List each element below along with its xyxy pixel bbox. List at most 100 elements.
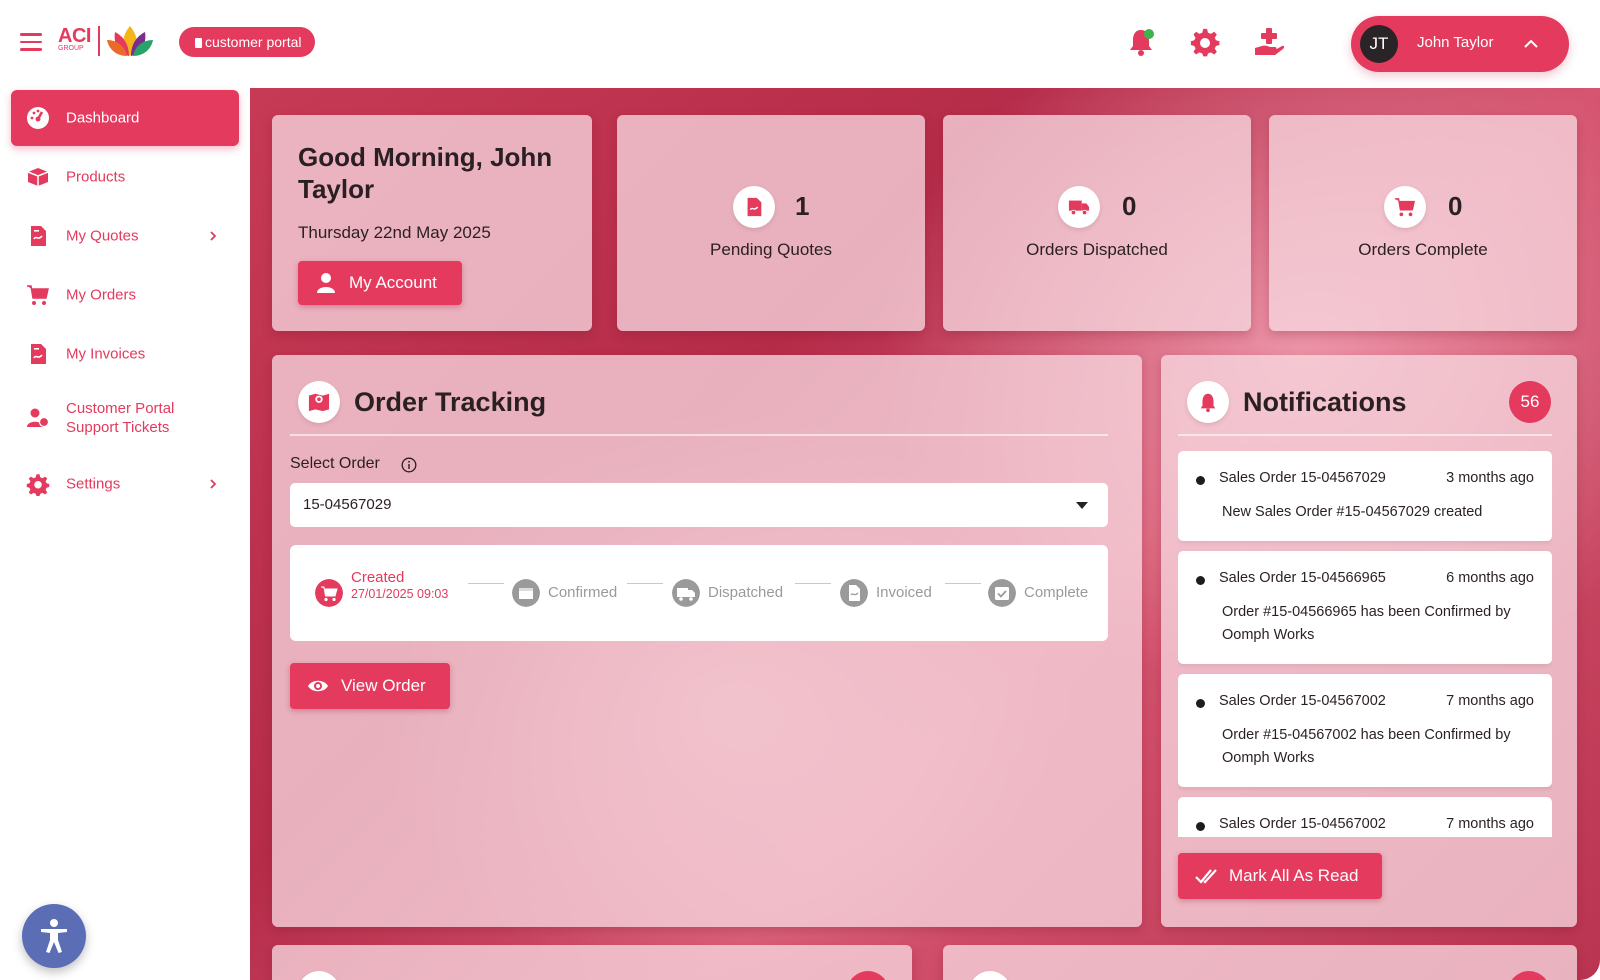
invoice-icon	[31, 344, 46, 364]
notification-item[interactable]: Sales Order 15-04566965 6 months ago Ord…	[1178, 551, 1552, 664]
truck-icon	[672, 579, 700, 607]
divider	[290, 434, 1108, 436]
document-icon	[747, 197, 762, 217]
divider	[1178, 434, 1552, 436]
hand-plus-icon[interactable]	[1253, 26, 1285, 58]
unread-dot	[1196, 822, 1205, 831]
aci-logo[interactable]: ACI GROUP	[58, 22, 158, 62]
lower-card-left	[272, 945, 912, 980]
sidebar-item-my-orders[interactable]: My Orders	[11, 267, 239, 323]
avatar: JT	[1360, 25, 1398, 63]
sidebar-item-settings[interactable]: Settings	[11, 456, 239, 512]
view-order-label: View Order	[341, 676, 426, 695]
notification-item[interactable]: Sales Order 15-04567002 7 months ago	[1178, 797, 1552, 837]
customer-portal-badge: customer portal	[179, 27, 316, 57]
accessibility-icon	[41, 919, 67, 953]
user-icon	[317, 273, 335, 293]
greeting-date: Thursday 22nd May 2025	[298, 223, 491, 242]
unread-dot	[1196, 576, 1205, 585]
info-icon[interactable]	[401, 457, 417, 473]
notification-item[interactable]: Sales Order 15-04567002 7 months ago Ord…	[1178, 674, 1552, 787]
double-check-icon	[1195, 869, 1217, 884]
notification-count-badge: 56	[1509, 381, 1551, 423]
step-connector	[468, 583, 504, 584]
sidebar-item-support-tickets[interactable]: Customer Portal Support Tickets	[11, 385, 239, 451]
section-icon-circle	[1187, 381, 1229, 423]
mark-all-read-button[interactable]: Mark All As Read	[1178, 853, 1382, 899]
truck-icon	[1068, 200, 1090, 216]
accessibility-button[interactable]	[22, 904, 86, 968]
stat-card-pending-quotes[interactable]: 1 Pending Quotes	[617, 115, 925, 331]
package-icon	[512, 579, 540, 607]
order-progress-tracker: Created 27/01/2025 09:03 Confirmed Dispa…	[290, 545, 1108, 641]
notification-title: Sales Order 15-04567002	[1219, 816, 1386, 832]
section-icon-circle	[969, 971, 1011, 980]
step-label: Created	[351, 569, 405, 586]
eye-icon	[308, 680, 328, 692]
notifications-card: Notifications 56 Sales Order 15-04567029…	[1161, 355, 1577, 927]
notification-time: 7 months ago	[1446, 816, 1534, 832]
stat-card-orders-dispatched[interactable]: 0 Orders Dispatched	[943, 115, 1251, 331]
my-account-button[interactable]: My Account	[298, 261, 462, 305]
support-user-icon	[27, 408, 50, 428]
gear-icon[interactable]	[1189, 26, 1221, 58]
sidebar-item-label: My Quotes	[66, 227, 139, 245]
menu-icon[interactable]	[20, 33, 42, 51]
notification-body: New Sales Order #15-04567029 created	[1222, 504, 1483, 520]
sidebar-item-label: My Orders	[66, 286, 137, 304]
section-icon-circle	[298, 971, 340, 980]
stat-card-orders-complete[interactable]: 0 Orders Complete	[1269, 115, 1577, 331]
lower-card-right	[943, 945, 1577, 980]
step-label: Invoiced	[876, 584, 932, 601]
my-account-label: My Account	[349, 273, 437, 292]
logo-subtext: GROUP	[58, 45, 84, 52]
step-label: Dispatched	[708, 584, 784, 601]
bell-icon[interactable]	[1125, 26, 1157, 58]
order-tracking-card: Order Tracking Select Order 15-04567029 …	[272, 355, 1142, 927]
sidebar-item-label: Products	[66, 168, 126, 186]
sidebar-item-products[interactable]: Products	[11, 149, 239, 205]
notification-item[interactable]: Sales Order 15-04567029 3 months ago New…	[1178, 451, 1552, 541]
notification-title: Sales Order 15-04566965	[1219, 570, 1386, 586]
invoice-icon	[840, 579, 868, 607]
notification-time: 3 months ago	[1446, 470, 1534, 486]
caret-down-icon	[1076, 502, 1088, 509]
count-badge	[1508, 971, 1550, 980]
cart-icon	[27, 285, 49, 305]
notification-status-dot	[1144, 29, 1154, 39]
step-label: Complete	[1024, 584, 1089, 601]
sidebar-item-my-invoices[interactable]: My Invoices	[11, 326, 239, 382]
notification-title: Sales Order 15-04567002	[1219, 693, 1386, 709]
top-bar: ACI GROUP customer portal JT John Taylor	[0, 0, 1600, 88]
door-icon	[195, 38, 202, 48]
user-menu-button[interactable]: JT John Taylor	[1351, 16, 1569, 72]
mark-all-read-label: Mark All As Read	[1229, 866, 1359, 885]
stat-value: 1	[795, 191, 810, 221]
chevron-right-icon	[210, 479, 217, 489]
view-order-button[interactable]: View Order	[290, 663, 450, 709]
sidebar-item-label: My Invoices	[66, 345, 146, 363]
sidebar: Dashboard Products My Quotes My Orders M…	[0, 88, 250, 980]
user-name: John Taylor	[1417, 34, 1494, 51]
sidebar-item-my-quotes[interactable]: My Quotes	[11, 208, 239, 264]
unread-dot	[1196, 476, 1205, 485]
cart-icon	[315, 579, 343, 607]
document-icon	[31, 226, 46, 246]
chevron-right-icon	[210, 231, 217, 241]
select-order-label: Select Order	[290, 455, 380, 472]
step-connector	[945, 583, 981, 584]
map-icon	[308, 393, 330, 412]
sidebar-item-label: Settings	[66, 475, 121, 493]
notification-list[interactable]: Sales Order 15-04567029 3 months ago New…	[1178, 451, 1552, 837]
sidebar-item-dashboard[interactable]: Dashboard	[11, 90, 239, 146]
dashboard-icon	[27, 107, 49, 129]
notification-body: Order #15-04567002 has been Confirmed by…	[1222, 727, 1511, 766]
stat-value: 0	[1448, 191, 1463, 221]
notification-body: Order #15-04566965 has been Confirmed by…	[1222, 604, 1511, 643]
main-content: Good Morning, John Taylor Thursday 22nd …	[250, 88, 1600, 980]
count-badge	[847, 971, 889, 980]
greeting-title: Good Morning, John Taylor	[298, 142, 553, 204]
order-tracking-title: Order Tracking	[354, 387, 547, 417]
order-select[interactable]: 15-04567029	[290, 483, 1108, 527]
calendar-check-icon	[988, 579, 1016, 607]
